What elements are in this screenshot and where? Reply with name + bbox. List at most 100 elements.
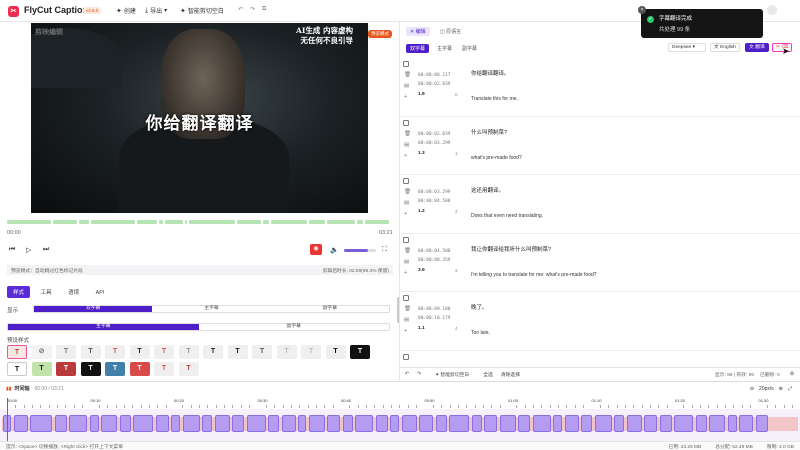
progress-segment[interactable]	[327, 220, 355, 224]
timeline-clip[interactable]	[449, 415, 469, 432]
timeline-clip[interactable]	[401, 415, 417, 432]
timeline-clip[interactable]	[727, 415, 737, 432]
progress-segment[interactable]	[91, 220, 135, 224]
add-icon[interactable]: +	[404, 328, 407, 334]
smart-cut-button[interactable]: ✦ 智能剪切空白	[180, 6, 224, 16]
timeline-clip[interactable]	[484, 415, 497, 432]
timeline-clip[interactable]	[298, 415, 306, 432]
timeline-clip[interactable]	[30, 415, 52, 432]
timeline-clip[interactable]	[281, 415, 296, 432]
subtitle-en[interactable]: Translate this for me,	[471, 96, 518, 102]
style-preset[interactable]: T	[154, 345, 174, 359]
add-icon[interactable]: +	[404, 270, 407, 276]
timeline-clip[interactable]	[594, 415, 612, 432]
style-preset[interactable]: T	[56, 362, 76, 376]
subtab-main[interactable]: 主字幕	[433, 44, 456, 53]
progress-segment[interactable]	[53, 220, 77, 224]
subtitle-en[interactable]: I'm telling you to translate for me: wha…	[471, 272, 597, 278]
timeline-clip[interactable]	[268, 415, 279, 432]
timeline-clip[interactable]	[327, 415, 340, 432]
preview-toggle-button[interactable]: ◉	[310, 244, 322, 255]
add-icon[interactable]: +	[404, 94, 407, 100]
style-preset[interactable]: T	[276, 345, 297, 359]
add-icon[interactable]: +	[404, 153, 407, 159]
progress-segment[interactable]	[79, 220, 89, 224]
style-preset[interactable]: T	[129, 362, 150, 376]
progress-segment[interactable]	[165, 220, 183, 224]
language-button[interactable]: 文 English	[710, 43, 740, 52]
progress-segment[interactable]	[263, 220, 269, 224]
timeline-clip[interactable]	[659, 415, 672, 432]
timeline-clip[interactable]	[182, 415, 200, 432]
export-button[interactable]: ⤓ 导出 ▾	[145, 6, 167, 16]
timeline-clip[interactable]	[435, 415, 447, 432]
timeline-clip[interactable]	[54, 415, 67, 432]
timeline-clip[interactable]	[499, 415, 516, 432]
create-button[interactable]: ✦ 创建	[116, 6, 136, 16]
select-all-button[interactable]: 全选	[483, 371, 493, 378]
style-preset[interactable]: T	[154, 362, 174, 376]
timeline-clip[interactable]	[155, 415, 169, 432]
progress-segment[interactable]	[309, 220, 325, 224]
timeline-clip[interactable]	[553, 415, 562, 432]
track-main[interactable]: 主字幕	[8, 324, 199, 330]
trash-icon[interactable]: 🗑	[404, 189, 411, 195]
merge-icon[interactable]: ▤	[404, 259, 409, 265]
timeline-clip[interactable]	[202, 415, 212, 432]
clear-selection-button[interactable]: 清除选择	[501, 371, 520, 378]
video-player[interactable]: 剪映编辑 AI生成 内容虚构 无任何不良引导 你给翻译翻译	[31, 23, 368, 213]
style-preset[interactable]: T	[350, 345, 370, 359]
split-button[interactable]: ⧉	[262, 6, 266, 13]
timeline-clip[interactable]	[390, 415, 399, 432]
timeline-clip[interactable]	[471, 415, 482, 432]
row-checkbox[interactable]	[403, 353, 409, 360]
timeline-ruler[interactable]: 00:00 00:10 00:20 00:30 00:40 00:50 01:00 01:10…	[0, 398, 800, 408]
timeline-clip[interactable]	[308, 415, 325, 432]
progress-segments[interactable]	[7, 220, 393, 224]
zoom-out-icon[interactable]: ⊖	[750, 386, 754, 392]
subtitle-zh[interactable]: 你给翻译翻译。	[471, 69, 510, 77]
timeline-clip[interactable]	[342, 415, 353, 432]
timeline-clip[interactable]	[626, 415, 642, 432]
row-checkbox[interactable]	[403, 236, 409, 243]
tab-api[interactable]: API	[90, 288, 111, 298]
merge-icon[interactable]: ▤	[404, 142, 409, 148]
row-checkbox[interactable]	[403, 178, 409, 184]
zoom-in-icon[interactable]: ⊕	[779, 386, 783, 392]
timeline-clip[interactable]	[69, 415, 87, 432]
timeline-clip[interactable]	[101, 415, 117, 432]
timeline-clip[interactable]	[518, 415, 530, 432]
style-preset[interactable]: T	[80, 362, 101, 376]
tab-style[interactable]: 样式	[7, 286, 31, 298]
redo-button[interactable]: ↷	[250, 6, 255, 13]
progress-segment[interactable]	[137, 220, 157, 224]
progress-segment[interactable]	[237, 220, 261, 224]
subtitle-zh[interactable]: 晚了。	[471, 303, 488, 311]
trash-icon[interactable]: 🗑	[404, 72, 411, 78]
timeline-clip[interactable]	[532, 415, 551, 432]
style-preset[interactable]: T	[178, 345, 199, 359]
translate-button[interactable]: 文 翻译	[745, 43, 769, 52]
merge-icon[interactable]: ▤	[404, 83, 409, 89]
trash-icon[interactable]: 🗑	[404, 306, 411, 312]
smart-cut-button[interactable]: ✦ 智能剪切空白	[435, 371, 469, 378]
timeline-clip[interactable]	[644, 415, 657, 432]
display-dual[interactable]: 双字幕	[34, 306, 153, 312]
skip-forward-button[interactable]: ⏭	[43, 246, 49, 254]
avatar[interactable]	[767, 5, 777, 15]
style-preset[interactable]: T	[203, 345, 223, 359]
skip-back-button[interactable]: ⏮	[9, 246, 15, 254]
timeline-clip[interactable]	[133, 415, 153, 432]
timeline-clip[interactable]	[581, 415, 592, 432]
style-preset[interactable]: T	[129, 345, 150, 359]
subtitle-en[interactable]: what's pre-made food?	[471, 155, 522, 161]
style-preset[interactable]: T	[252, 345, 272, 359]
volume-slider[interactable]	[344, 249, 368, 252]
progress-segment[interactable]	[7, 220, 51, 224]
undo-button[interactable]: ↶	[238, 6, 243, 13]
subtitle-en[interactable]: Too late,	[471, 330, 490, 336]
progress-segment[interactable]	[271, 220, 307, 224]
row-checkbox[interactable]	[403, 61, 409, 67]
undo-icon[interactable]: ↶	[405, 372, 409, 377]
timeline-clip[interactable]	[246, 415, 266, 432]
